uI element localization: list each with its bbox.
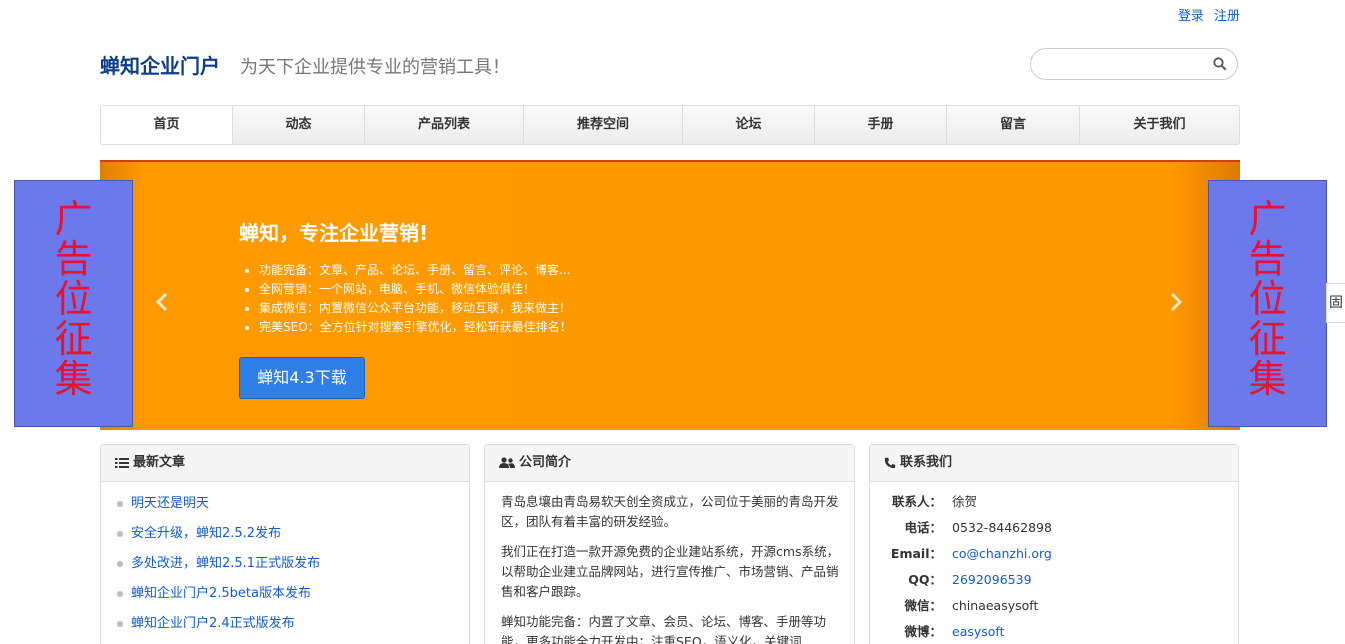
nav-item-home[interactable]: 首页 [101, 106, 233, 144]
article-link[interactable]: 安全升级，蝉知2.5.2发布 [131, 526, 281, 541]
nav-item-manual[interactable]: 手册 [815, 106, 947, 144]
contact-row: 微博： easysoft [870, 622, 1238, 644]
contact-qq-link[interactable]: 2692096539 [952, 570, 1032, 596]
phone-icon [884, 457, 896, 469]
search-input[interactable] [1043, 49, 1213, 79]
latest-articles-panel: 最新文章 明天还是明天 安全升级，蝉知2.5.2发布 多处改进，蝉知2.5.1正… [100, 444, 470, 644]
contact-panel: 联系我们 联系人： 徐贺 电话： 0532-84462898 Email： co@ch… [869, 444, 1239, 644]
contact-label: 微信： [904, 598, 942, 613]
intro-paragraph: 我们正在打造一款开源免费的企业建站系统，开源cms系统，以帮助企业建立品牌网站，… [501, 544, 840, 599]
list-item: 蝉知企业门户2.5beta版本发布 [117, 582, 469, 612]
article-link[interactable]: 多处改进，蝉知2.5.1正式版发布 [131, 556, 320, 571]
search-box [1030, 48, 1238, 80]
contact-label: QQ： [908, 572, 942, 587]
hero-feature: 完美SEO：全方位针对搜索引擎优化，轻松斩获最佳排名！ [259, 318, 572, 337]
download-button[interactable]: 蝉知4.3下载 [239, 357, 365, 399]
site-name[interactable]: 蝉知企业门户 [100, 50, 220, 79]
ad-text: 广告位征集 [1248, 197, 1287, 401]
site-brand: 蝉知企业门户 为天下企业提供专业的营销工具！ [100, 50, 510, 79]
nav-item-about[interactable]: 关于我们 [1080, 106, 1239, 144]
contact-row: QQ： 2692096539 [870, 570, 1238, 596]
contact-row: 联系人： 徐贺 [870, 492, 1238, 518]
contact-list: 联系人： 徐贺 电话： 0532-84462898 Email： co@chanzhi… [870, 482, 1238, 644]
side-float-tab[interactable]: 固 [1326, 283, 1345, 323]
ad-text: 广告位征集 [54, 197, 93, 401]
hero-feature: 集成微信：内置微信公众平台功能，移动互联，我来做主！ [259, 299, 572, 318]
panel-header: 最新文章 [101, 445, 469, 482]
nav-item-news[interactable]: 动态 [233, 106, 365, 144]
list-item: 明天还是明天 [117, 492, 469, 522]
contact-label: Email： [890, 546, 942, 561]
hero-carousel: 蝉知，专注企业营销! 功能完备：文章、产品、论坛、手册、留言、评论、博客... … [100, 160, 1240, 430]
hero-feature: 功能完备：文章、产品、论坛、手册、留言、评论、博客... [259, 261, 572, 280]
contact-weibo-link[interactable]: easysoft [952, 622, 1005, 644]
contact-label: 微博： [904, 624, 942, 639]
list-item: 多处改进，蝉知2.5.1正式版发布 [117, 552, 469, 582]
top-user-links: 登录 注册 [1172, 5, 1240, 24]
site-slogan: 为天下企业提供专业的营销工具！ [240, 57, 510, 78]
nav-item-products[interactable]: 产品列表 [365, 106, 524, 144]
contact-value: 徐贺 [952, 494, 978, 509]
intro-paragraph: 青岛息壤由青岛易软天创全资成立，公司位于美丽的青岛开发区，团队有着丰富的研发经验… [501, 494, 839, 529]
hero-feature: 全网营销：一个网站，电脑、手机、微信体验俱佳！ [259, 280, 572, 299]
article-list: 明天还是明天 安全升级，蝉知2.5.2发布 多处改进，蝉知2.5.1正式版发布 … [101, 482, 469, 642]
hero-feature-list: 功能完备：文章、产品、论坛、手册、留言、评论、博客... 全网营销：一个网站，电… [259, 261, 572, 337]
panel-header: 公司简介 [485, 445, 854, 482]
search-icon[interactable] [1213, 57, 1227, 71]
left-ad-banner[interactable]: 广告位征集 [14, 180, 133, 427]
hero-title: 蝉知，专注企业营销! [239, 221, 429, 245]
nav-item-forum[interactable]: 论坛 [683, 106, 815, 144]
article-link[interactable]: 蝉知企业门户2.4正式版发布 [131, 616, 295, 631]
panel-header: 联系我们 [870, 445, 1238, 482]
contact-value: 0532-84462898 [952, 520, 1052, 535]
panel-title: 最新文章 [133, 455, 186, 470]
nav-item-spaces[interactable]: 推荐空间 [524, 106, 683, 144]
contact-row: Email： co@chanzhi.org [870, 544, 1238, 570]
login-link[interactable]: 登录 [1178, 9, 1204, 24]
nav-item-message[interactable]: 留言 [947, 106, 1080, 144]
panel-title: 公司简介 [519, 455, 572, 470]
main-nav: 首页 动态 产品列表 推荐空间 论坛 手册 留言 关于我们 [100, 105, 1240, 145]
contact-row: 微信： chinaeasysoft [870, 596, 1238, 622]
contact-label: 联系人： [891, 494, 942, 509]
users-icon [499, 457, 515, 468]
register-link[interactable]: 注册 [1214, 9, 1240, 24]
list-item: 安全升级，蝉知2.5.2发布 [117, 522, 469, 552]
article-link[interactable]: 明天还是明天 [131, 496, 209, 511]
intro-paragraph: 蝉知功能完备：内置了文章、会员、论坛、博客、手册等功能，更多功能全力开发中；注重… [501, 614, 827, 644]
contact-value: chinaeasysoft [952, 598, 1039, 613]
contact-email-link[interactable]: co@chanzhi.org [952, 544, 1052, 570]
panel-title: 联系我们 [900, 455, 953, 470]
list-item: 蝉知企业门户2.4正式版发布 [117, 612, 469, 642]
contact-label: 电话： [904, 520, 942, 535]
article-link[interactable]: 蝉知企业门户2.5beta版本发布 [131, 586, 311, 601]
chevron-left-icon[interactable] [155, 292, 169, 312]
list-icon [115, 458, 129, 468]
chevron-right-icon[interactable] [1169, 292, 1183, 312]
company-intro-text: 青岛息壤由青岛易软天创全资成立，公司位于美丽的青岛开发区，团队有着丰富的研发经验… [485, 482, 854, 644]
right-ad-banner[interactable]: 广告位征集 [1208, 180, 1327, 427]
contact-row: 电话： 0532-84462898 [870, 518, 1238, 544]
company-intro-panel: 公司简介 青岛息壤由青岛易软天创全资成立，公司位于美丽的青岛开发区，团队有着丰富… [484, 444, 855, 644]
